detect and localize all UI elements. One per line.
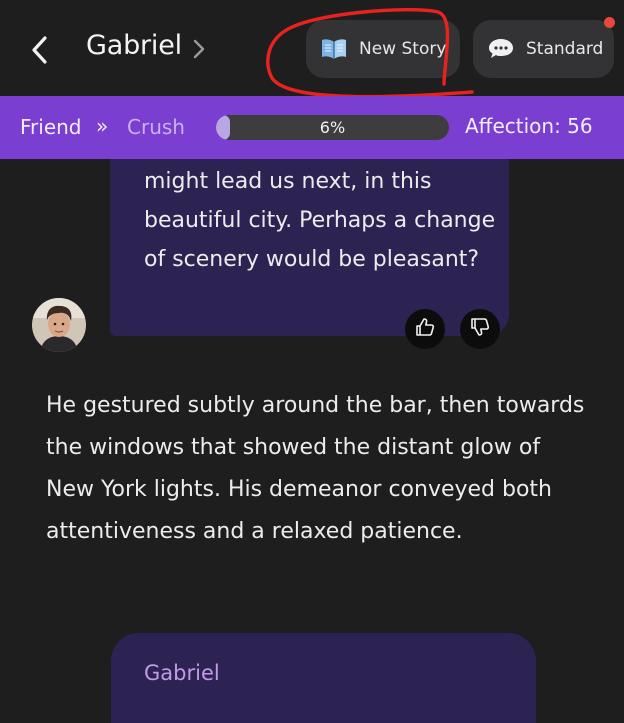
relationship-bar: Friend » Crush 6% Affection: 56: [0, 96, 624, 159]
character-name-title[interactable]: Gabriel: [86, 30, 182, 61]
avatar[interactable]: [32, 298, 86, 352]
standard-label: Standard: [526, 39, 604, 59]
back-chevron-icon[interactable]: [26, 32, 56, 68]
affection-score: Affection: 56: [465, 114, 593, 138]
thumbs-down-icon: [470, 317, 490, 341]
character-message-bubble: might lead us next, in this beautiful ci…: [110, 159, 509, 336]
relationship-from-label: Friend: [20, 115, 82, 139]
narration-text: He gestured subtly around the bar, then …: [46, 393, 585, 544]
book-icon: [320, 38, 348, 60]
top-header: Gabriel New Story Standard: [0, 0, 624, 96]
notification-dot: [604, 17, 615, 28]
relationship-to-label: Crush: [127, 115, 185, 139]
title-chevron-icon[interactable]: [190, 37, 208, 61]
thumbs-up-icon: [415, 317, 435, 341]
new-story-label: New Story: [359, 39, 447, 59]
next-message-bubble: Gabriel: [111, 633, 536, 723]
thumbs-down-button[interactable]: [460, 309, 500, 349]
message-text: might lead us next, in this beautiful ci…: [144, 169, 496, 272]
standard-mode-button[interactable]: Standard: [473, 20, 614, 78]
speaker-name: Gabriel: [144, 661, 220, 685]
progress-percent: 6%: [319, 118, 346, 137]
affection-progress-bar: 6%: [216, 115, 449, 140]
thumbs-up-button[interactable]: [405, 309, 445, 349]
chat-bubble-icon: [487, 38, 515, 60]
double-chevron-icon: »: [96, 114, 109, 138]
new-story-button[interactable]: New Story: [306, 20, 460, 78]
